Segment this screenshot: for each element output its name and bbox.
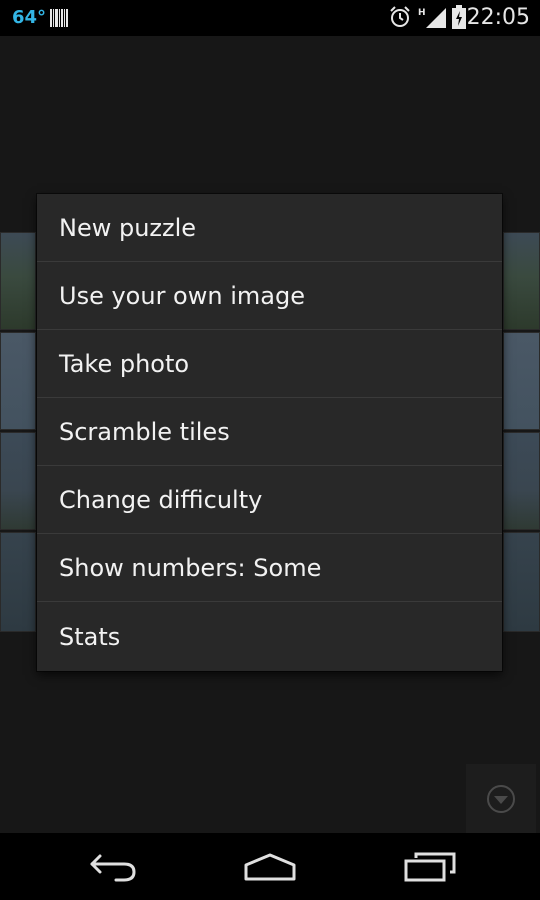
status-bar: 64° H 22:05 — [0, 0, 540, 36]
puzzle-tile[interactable] — [503, 532, 540, 632]
menu-item-scramble-tiles[interactable]: Scramble tiles — [37, 398, 502, 466]
puzzle-tile[interactable] — [0, 332, 36, 430]
phone-screen: 64° H 22:05 New puzzle Use your own imag… — [0, 0, 540, 900]
menu-item-use-own-image[interactable]: Use your own image — [37, 262, 502, 330]
network-type-label: H — [418, 8, 426, 18]
options-menu: New puzzle Use your own image Take photo… — [37, 194, 502, 671]
puzzle-tile[interactable] — [503, 432, 540, 530]
chevron-down-circle-icon — [487, 785, 515, 813]
puzzle-tile[interactable] — [0, 432, 36, 530]
puzzle-tile[interactable] — [503, 332, 540, 430]
battery-icon — [452, 5, 466, 29]
overflow-toggle-button[interactable] — [466, 764, 536, 834]
clock: 22:05 — [466, 5, 530, 30]
puzzle-tile[interactable] — [0, 232, 36, 330]
puzzle-tile[interactable] — [0, 532, 36, 632]
menu-item-stats[interactable]: Stats — [37, 602, 502, 671]
alarm-icon — [389, 6, 411, 28]
menu-item-show-numbers[interactable]: Show numbers: Some — [37, 534, 502, 602]
weather-temperature: 64° — [12, 7, 47, 28]
app-content: New puzzle Use your own image Take photo… — [0, 36, 540, 834]
puzzle-tile[interactable] — [503, 232, 540, 330]
menu-item-new-puzzle[interactable]: New puzzle — [37, 194, 502, 262]
home-button[interactable] — [210, 833, 330, 900]
navigation-bar — [0, 833, 540, 900]
menu-item-change-difficulty[interactable]: Change difficulty — [37, 466, 502, 534]
recent-apps-icon — [404, 852, 456, 881]
back-button[interactable] — [53, 833, 173, 900]
back-icon — [90, 854, 136, 881]
barcode-icon — [50, 9, 68, 27]
menu-item-take-photo[interactable]: Take photo — [37, 330, 502, 398]
signal-icon: H — [418, 6, 446, 28]
home-icon — [244, 853, 296, 880]
recent-apps-button[interactable] — [370, 833, 490, 900]
